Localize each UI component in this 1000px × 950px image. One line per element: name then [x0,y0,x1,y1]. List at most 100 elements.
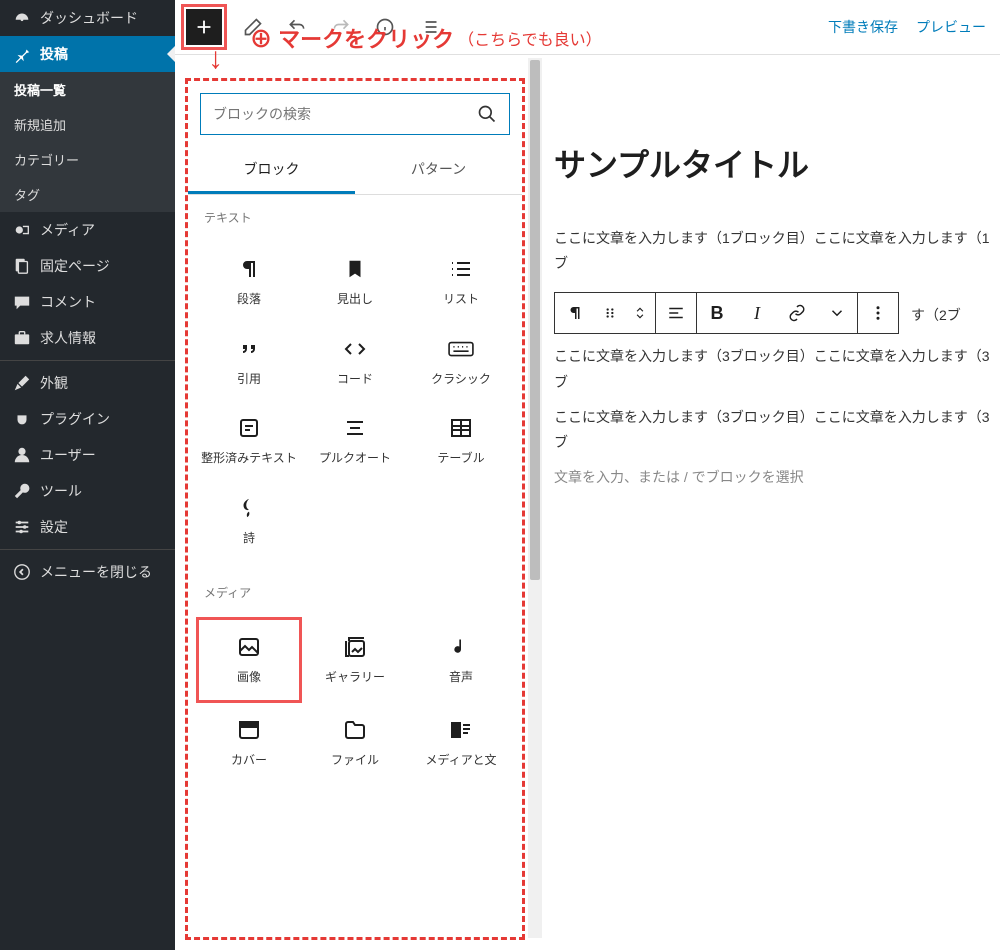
block-item-label: 音声 [449,670,473,686]
sidebar-sub-tags[interactable]: タグ [0,177,175,212]
search-icon [477,104,497,124]
comment-icon [12,292,32,312]
block-item-keyboard[interactable]: クラシック [408,322,514,402]
more-rich-button[interactable] [817,293,857,333]
admin-sidebar: ダッシュボード 投稿 投稿一覧 新規追加 カテゴリー タグ メディア 固定ページ… [0,0,175,950]
block-item-list[interactable]: リスト [408,242,514,322]
block-item-pullquote[interactable]: プルクオート [302,401,408,481]
block-item-preformatted[interactable]: 整形済みテキスト [196,401,302,481]
drag-handle[interactable] [595,293,625,333]
gallery-icon [342,634,368,660]
block-item-label: 段落 [237,292,261,308]
post-title[interactable]: サンプルタイトル [554,140,1000,186]
add-block-button[interactable] [186,9,222,45]
block-item-paragraph[interactable]: 段落 [196,242,302,322]
keyboard-icon [448,336,474,362]
dashboard-icon [12,8,32,28]
block-type-button[interactable] [555,293,595,333]
paragraph-block-3a[interactable]: ここに文章を入力します（3ブロック目）ここに文章を入力します（3ブ [554,344,1000,394]
wrench-icon [12,481,32,501]
block-item-label: クラシック [431,372,491,388]
move-buttons[interactable] [625,293,655,333]
paragraph-icon [566,304,584,322]
paragraph-block-3b[interactable]: ここに文章を入力します（3ブロック目）ここに文章を入力します（3ブ [554,405,1000,455]
sidebar-item-users[interactable]: ユーザー [0,437,175,473]
sidebar-label: 外観 [40,373,68,393]
link-button[interactable] [777,293,817,333]
bold-button[interactable]: B [697,293,737,333]
block-item-bookmark[interactable]: 見出し [302,242,408,322]
sliders-icon [12,517,32,537]
sidebar-item-collapse[interactable]: メニューを閉じる [0,554,175,590]
block-item-media-text[interactable]: メディアと文 [408,703,514,783]
sidebar-label: 求人情報 [40,328,96,348]
preview-link[interactable]: プレビュー [916,17,986,37]
sidebar-sub-posts-new[interactable]: 新規追加 [0,107,175,142]
align-button[interactable] [656,293,696,333]
block-toolbar: B I [554,292,899,334]
block-item-label: プルクオート [319,451,391,467]
sidebar-label: 固定ページ [40,256,110,276]
block-item-label: テーブル [437,451,484,467]
link-icon [788,304,806,322]
scrollbar-thumb[interactable] [530,60,540,580]
block-item-quote[interactable]: 引用 [196,322,302,402]
sidebar-item-comments[interactable]: コメント [0,284,175,320]
paragraph-block-1[interactable]: ここに文章を入力します（1ブロック目）ここに文章を入力します（1ブ [554,226,1000,276]
block-item-audio[interactable]: 音声 [408,617,514,703]
sidebar-item-dashboard[interactable]: ダッシュボード [0,0,175,36]
paragraph-icon [236,256,262,282]
italic-icon: I [754,303,760,324]
audio-icon [448,634,474,660]
block-item-image[interactable]: 画像 [196,617,302,703]
block-item-cover[interactable]: カバー [196,703,302,783]
image-icon [236,634,262,660]
block-search-box[interactable] [200,93,510,135]
italic-button[interactable]: I [737,293,777,333]
block-item-label: 詩 [243,531,255,547]
user-icon [12,445,32,465]
chevrons-icon [633,302,647,324]
sidebar-item-jobs[interactable]: 求人情報 [0,320,175,356]
preformatted-icon [236,415,262,441]
block-item-code[interactable]: コード [302,322,408,402]
quote-icon [236,336,262,362]
block-item-label: ギャラリー [325,670,385,686]
cover-icon [236,717,262,743]
sidebar-item-appearance[interactable]: 外観 [0,365,175,401]
sidebar-sub-posts-list[interactable]: 投稿一覧 [0,72,175,107]
sidebar-label: 投稿 [40,44,68,64]
media-icon [12,220,32,240]
brush-icon [12,373,32,393]
block-item-table[interactable]: テーブル [408,401,514,481]
block-item-file[interactable]: ファイル [302,703,408,783]
save-draft-link[interactable]: 下書き保存 [828,17,898,37]
block-item-label: カバー [231,753,267,769]
block-item-verse[interactable]: 詩 [196,481,302,561]
tab-blocks[interactable]: ブロック [188,147,355,194]
sidebar-item-tools[interactable]: ツール [0,473,175,509]
options-button[interactable] [858,293,898,333]
list-icon [448,256,474,282]
sidebar-item-settings[interactable]: 設定 [0,509,175,545]
media-text-icon [448,717,474,743]
block-item-gallery[interactable]: ギャラリー [302,617,408,703]
bold-icon: B [711,303,724,324]
block-item-label: メディアと文 [426,753,497,769]
annotation-sub: （こちらでも良い） [458,26,602,50]
tab-patterns[interactable]: パターン [355,147,522,194]
annotation-text: ⊕ マークをクリック [250,22,454,54]
sidebar-item-posts[interactable]: 投稿 [0,36,175,72]
divider [0,549,175,550]
block-grid-media: 画像ギャラリー 音声カバー ファイルメディアと文 [188,607,522,792]
sidebar-item-media[interactable]: メディア [0,212,175,248]
empty-block-placeholder[interactable]: 文章を入力、または / でブロックを選択 [554,467,1000,487]
inserter-scrollbar[interactable] [528,58,542,938]
sidebar-sub-categories[interactable]: カテゴリー [0,142,175,177]
block-item-label: リスト [443,292,479,308]
pages-icon [12,256,32,276]
sidebar-item-plugins[interactable]: プラグイン [0,401,175,437]
block-search-input[interactable] [213,106,477,122]
sidebar-label: プラグイン [40,409,110,429]
sidebar-item-pages[interactable]: 固定ページ [0,248,175,284]
